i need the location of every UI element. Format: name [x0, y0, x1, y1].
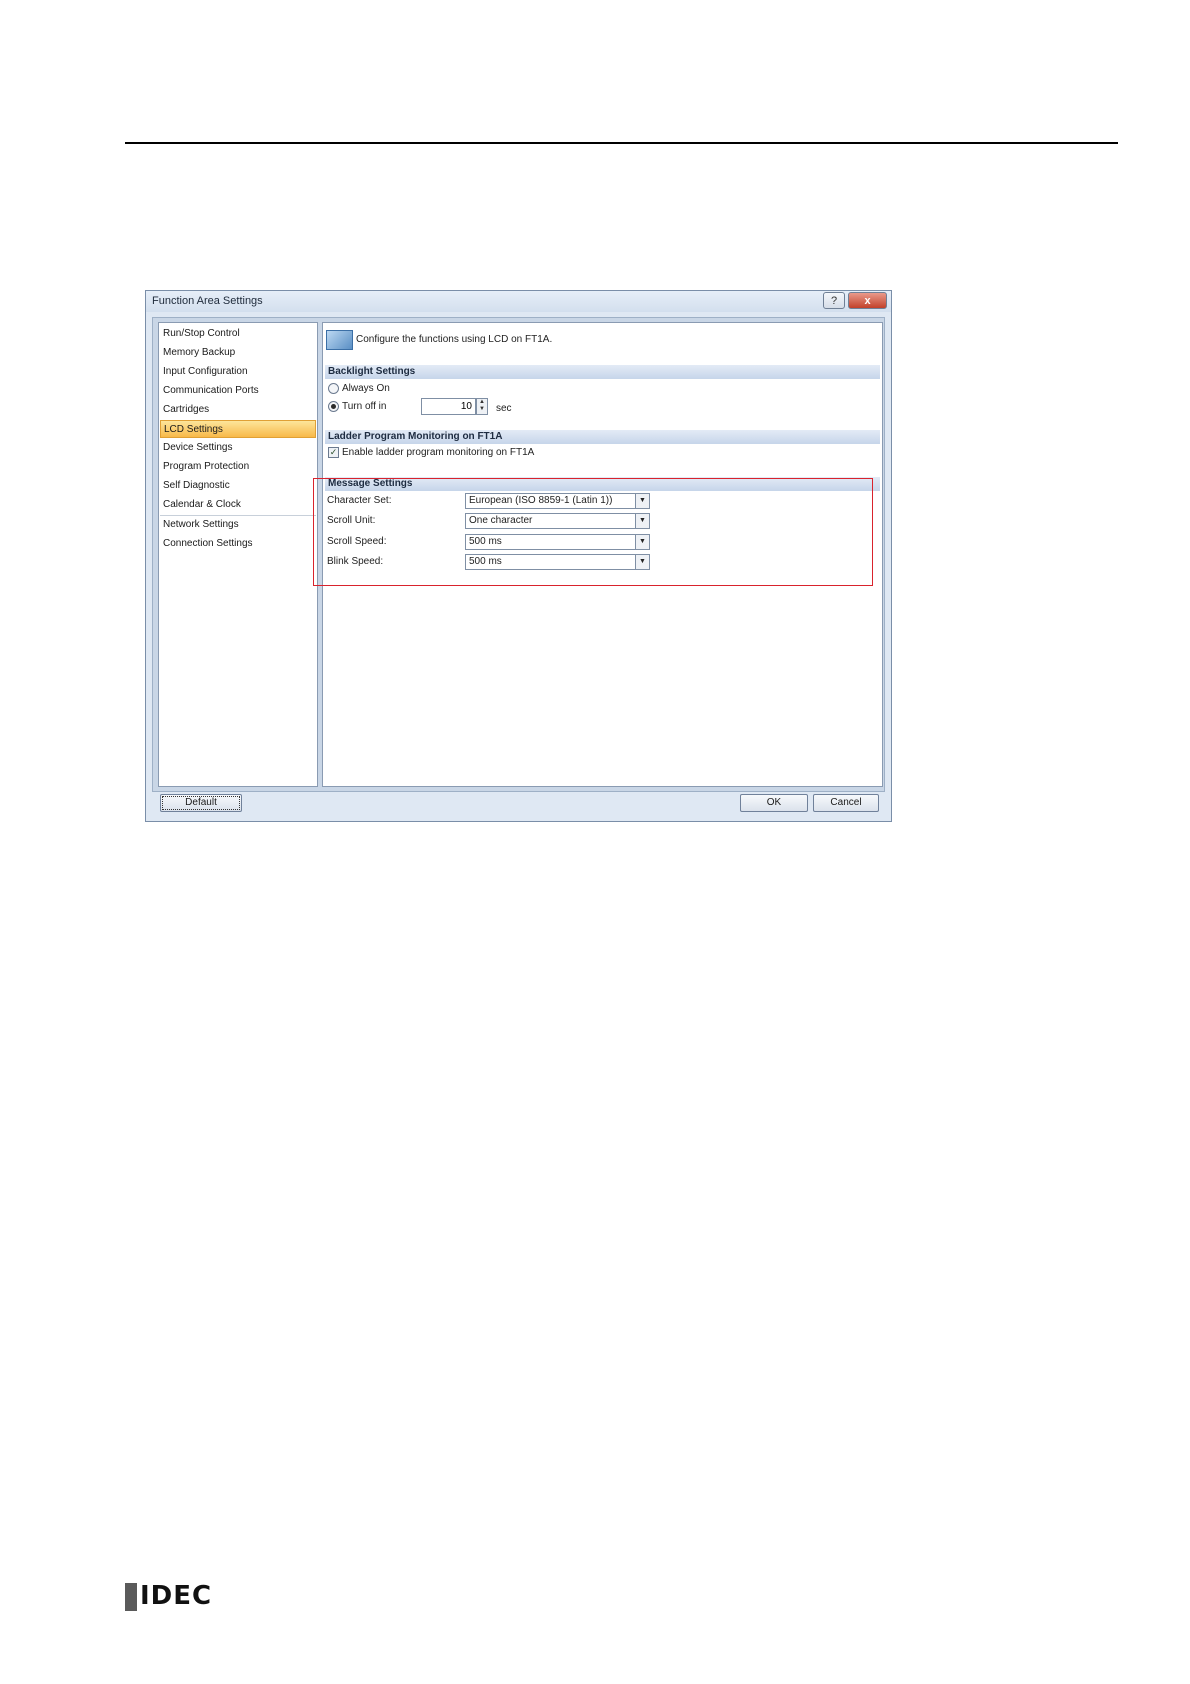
backlight-settings-header: Backlight Settings	[325, 365, 880, 379]
sidebar-item-calendar-clock[interactable]: Calendar & Clock	[160, 496, 316, 514]
turn-off-radio[interactable]	[328, 401, 339, 412]
message-settings-highlight	[313, 478, 873, 586]
sidebar-item-self-diagnostic[interactable]: Self Diagnostic	[160, 477, 316, 495]
panel-description: Configure the functions using LCD on FT1…	[356, 334, 553, 345]
ok-button[interactable]: OK	[740, 794, 808, 812]
close-button[interactable]: x	[848, 292, 887, 309]
sidebar-item-cartridges[interactable]: Cartridges	[160, 401, 316, 419]
always-on-radio[interactable]	[328, 383, 339, 394]
sidebar-item-communication-ports[interactable]: Communication Ports	[160, 382, 316, 400]
settings-nav-list: Run/Stop Control Memory Backup Input Con…	[158, 322, 318, 787]
always-on-label: Always On	[342, 383, 390, 394]
cancel-button[interactable]: Cancel	[813, 794, 879, 812]
sidebar-item-run-stop-control[interactable]: Run/Stop Control	[160, 325, 316, 343]
sidebar-item-lcd-settings[interactable]: LCD Settings	[160, 420, 316, 438]
page-header-rule	[125, 142, 1118, 144]
logo-text: IDEC	[140, 1581, 213, 1611]
logo-mark	[125, 1583, 137, 1611]
help-button[interactable]: ?	[823, 292, 845, 309]
turn-off-seconds-input[interactable]: 10	[421, 398, 476, 415]
title-bar: Function Area Settings ? x	[146, 291, 891, 312]
turn-off-label: Turn off in	[342, 401, 387, 412]
lcd-icon	[326, 330, 353, 350]
default-button[interactable]: Default	[160, 794, 242, 812]
dialog-title: Function Area Settings	[152, 295, 263, 307]
sidebar-item-device-settings[interactable]: Device Settings	[160, 439, 316, 457]
seconds-unit-label: sec	[496, 403, 512, 414]
enable-ladder-monitoring-label: Enable ladder program monitoring on FT1A	[342, 447, 535, 458]
sidebar-item-input-configuration[interactable]: Input Configuration	[160, 363, 316, 381]
ladder-monitoring-header: Ladder Program Monitoring on FT1A	[325, 430, 880, 444]
sidebar-item-memory-backup[interactable]: Memory Backup	[160, 344, 316, 362]
sidebar-item-connection-settings[interactable]: Connection Settings	[160, 535, 316, 553]
seconds-spinner[interactable]: ▲ ▼	[476, 398, 488, 415]
sidebar-item-program-protection[interactable]: Program Protection	[160, 458, 316, 476]
sidebar-item-network-settings[interactable]: Network Settings	[160, 516, 316, 534]
enable-ladder-monitoring-checkbox[interactable]: ✓	[328, 447, 339, 458]
